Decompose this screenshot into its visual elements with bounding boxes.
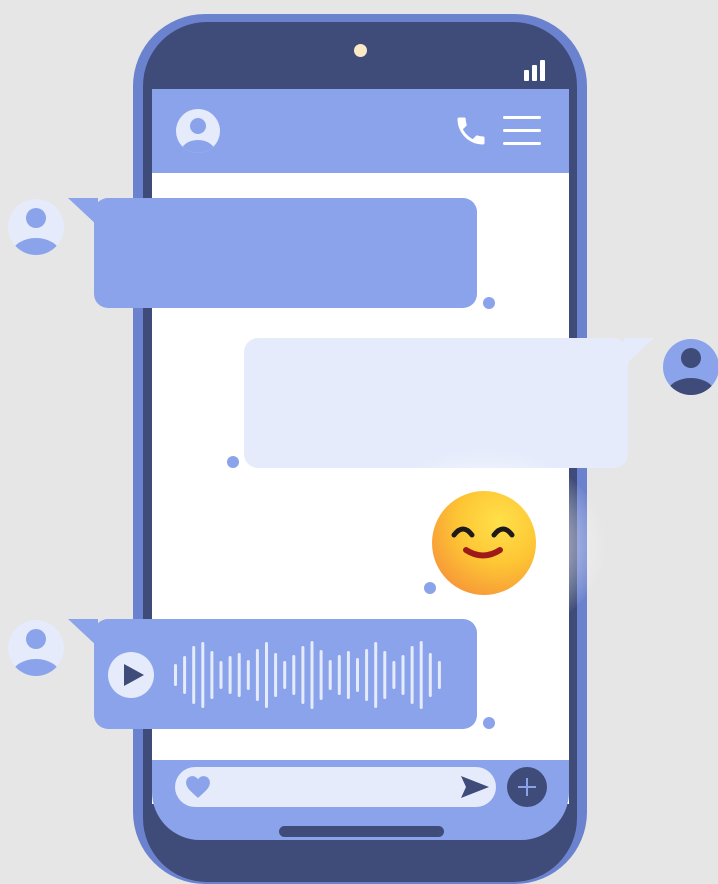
waveform-bar xyxy=(346,651,350,699)
message-bubble-self[interactable] xyxy=(244,338,628,468)
message-status-dot xyxy=(227,456,239,468)
waveform-bar xyxy=(365,649,369,701)
waveform-bar xyxy=(255,649,259,701)
waveform-bar xyxy=(392,661,396,689)
user-avatar-icon[interactable] xyxy=(662,338,718,396)
waveform-bar xyxy=(228,656,232,694)
waveform-bar xyxy=(301,646,305,704)
waveform-bar xyxy=(319,650,323,700)
waveform-bar xyxy=(174,664,177,686)
waveform-bar xyxy=(192,646,196,704)
waveform-bar xyxy=(310,641,314,709)
waveform-bar xyxy=(328,660,332,690)
waveform-bar xyxy=(428,653,432,697)
send-icon[interactable] xyxy=(460,775,490,799)
message-status-dot xyxy=(483,717,495,729)
waveform-bar xyxy=(337,655,341,695)
waveform-bar xyxy=(356,658,359,692)
waveform-bar xyxy=(374,642,378,708)
waveform-bar xyxy=(265,642,268,708)
smiling-face-emoji[interactable] xyxy=(432,491,536,595)
signal-bars-icon xyxy=(524,60,545,81)
waveform-bar xyxy=(292,655,296,695)
waveform-bar xyxy=(210,651,214,699)
user-avatar-icon[interactable] xyxy=(7,619,65,677)
phone-call-icon[interactable] xyxy=(453,113,489,149)
hamburger-menu-icon[interactable] xyxy=(503,115,541,147)
waveform-bar xyxy=(183,656,187,694)
waveform-bar xyxy=(237,653,241,697)
waveform-bar xyxy=(246,660,250,690)
waveform-bar xyxy=(274,653,278,697)
camera-dot xyxy=(354,44,367,57)
message-input[interactable] xyxy=(175,767,496,807)
waveform-bar xyxy=(219,661,223,689)
waveform-bar xyxy=(383,651,387,699)
waveform-bar xyxy=(419,641,423,709)
contact-avatar-icon[interactable] xyxy=(175,108,221,154)
waveform-bar xyxy=(283,661,287,689)
add-attachment-button[interactable] xyxy=(507,767,547,807)
play-button[interactable] xyxy=(108,652,154,698)
audio-waveform[interactable] xyxy=(170,638,442,712)
bubble-tail xyxy=(624,338,654,366)
plus-icon xyxy=(518,778,536,796)
message-status-dot xyxy=(483,297,495,309)
play-icon xyxy=(124,664,144,686)
message-bubble-contact[interactable] xyxy=(94,198,477,308)
home-indicator xyxy=(279,826,444,837)
user-avatar-icon[interactable] xyxy=(7,198,65,256)
message-status-dot xyxy=(424,582,436,594)
waveform-bar xyxy=(401,655,405,695)
waveform-bar xyxy=(410,646,414,704)
waveform-bar xyxy=(437,661,441,689)
heart-icon[interactable] xyxy=(185,775,211,799)
waveform-bar xyxy=(201,642,205,708)
